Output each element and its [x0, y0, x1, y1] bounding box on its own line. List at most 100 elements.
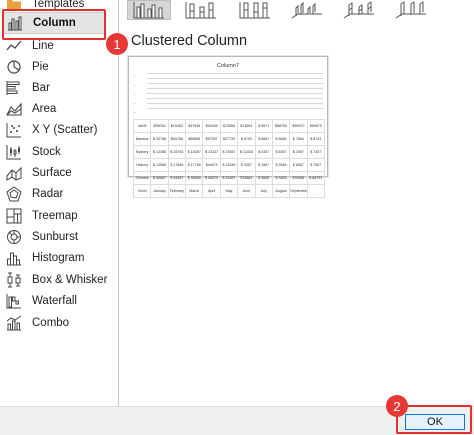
sidebar-item-surface[interactable]: Surface — [0, 162, 118, 183]
preview-table-cell: $39034 — [150, 119, 169, 133]
subtype-3d-100-stacked-column[interactable] — [389, 0, 433, 20]
preview-table-cell: $15363 — [167, 119, 187, 133]
preview-table-cell: $ 3483 — [271, 171, 291, 185]
treemap-chart-icon — [6, 208, 22, 224]
sidebar-item-label: Radar — [32, 187, 64, 200]
preview-table-cell: $ 0671 — [254, 119, 273, 133]
preview-table-cell: $ 56587 — [150, 171, 169, 185]
sidebar-item-area[interactable]: Area — [0, 98, 118, 119]
chart-preview-thumbnail[interactable]: Column7 — — — — — Jan'B $39034 $15363 $37936 $54… — [128, 56, 328, 198]
preview-row-header: Vivoh — [132, 184, 152, 198]
preview-table-cell: $54768 — [167, 132, 187, 146]
preview-table-cell: $ 17646 — [167, 158, 187, 172]
preview-table-cell: $ 56579 — [202, 171, 221, 185]
preview-table-cell: $58760 — [271, 119, 291, 133]
3d-clustered-column-icon — [291, 1, 322, 19]
sidebar-item-radar[interactable]: Radar — [0, 183, 118, 204]
step-badge-1: 1 — [106, 33, 128, 55]
preview-table-cell: $ 15357 — [185, 145, 204, 159]
preview-table-cell: $ 13358 — [150, 145, 169, 159]
preview-chart-title: Column7 — [216, 63, 239, 69]
preview-table-cell: $ 0357 — [237, 158, 256, 172]
radar-chart-icon — [6, 185, 22, 202]
subtype-100-stacked-column[interactable] — [233, 0, 277, 20]
3d-stacked-column-icon — [343, 1, 374, 19]
sidebar-item-pie[interactable]: Pie — [0, 56, 118, 77]
preview-table-cell: $ 13337 — [202, 145, 221, 159]
preview-table-cell: $37936 — [185, 119, 204, 133]
preview-table-cell: $ 54587 — [167, 171, 187, 185]
preview-table-cell: $ 1567 — [254, 158, 273, 172]
preview-row-header: Chrislan — [132, 171, 152, 185]
preview-table-cell: $76984 — [289, 171, 308, 185]
sidebar-item-sunburst[interactable]: Sunburst — [0, 226, 118, 247]
clustered-column-icon — [133, 2, 164, 19]
preview-table-cell: $44679 — [202, 158, 221, 172]
scatter-chart-icon — [6, 122, 22, 138]
chart-type-list: Templates Column Line Pie Bar Area X Y (… — [0, 0, 118, 406]
preview-table-cell: $ 3557 — [289, 145, 308, 159]
preview-table-cell: July — [254, 184, 273, 198]
sidebar-item-stock[interactable]: Stock — [0, 141, 118, 162]
preview-table-cell: $13663 — [237, 119, 256, 133]
sidebar-item-treemap[interactable]: Treemap — [0, 205, 118, 226]
preview-table-cell: $ 56580 — [185, 171, 204, 185]
preview-table-row: Chrislan $ 56587 $ 54587 $ 56580 $ 56579 $ 51… — [132, 171, 326, 185]
sidebar-item-label: Treemap — [32, 209, 78, 222]
preview-row-header: Jan'B — [132, 119, 152, 133]
preview-table-cell: $ 34788 — [150, 132, 169, 146]
preview-table-cell: $54269 — [202, 119, 221, 133]
preview-table-cell: January — [150, 184, 169, 198]
sidebar-item-label: Area — [32, 102, 57, 115]
preview-table-cell: $ 51587 — [219, 171, 239, 185]
preview-table-cell: $90675 — [306, 119, 326, 133]
preview-table-cell: June — [237, 184, 256, 198]
sidebar-item-scatter[interactable]: X Y (Scatter) — [0, 119, 118, 140]
sunburst-chart-icon — [6, 229, 22, 245]
preview-table-cell: May — [219, 184, 239, 198]
sidebar-item-label: Line — [32, 39, 54, 52]
preview-table-row: Banana $ 34788 $54768 $56898 $57087 $37739 $ 6… — [132, 132, 326, 146]
preview-table-cell: $37739 — [219, 132, 239, 146]
sidebar-item-label: Combo — [32, 316, 70, 329]
preview-table-cell: $ 6753 — [237, 132, 256, 146]
preview-table-cell: $ 6357 — [271, 145, 291, 159]
preview-gridlines — [147, 73, 323, 113]
subtype-clustered-column[interactable] — [127, 0, 171, 20]
preview-table-row: Jan'B $39034 $15363 $37936 $54269 $13565 $1366… — [132, 119, 326, 133]
stock-chart-icon — [6, 144, 22, 160]
preview-table-cell: April — [202, 184, 221, 198]
preview-data-table: Jan'B $39034 $15363 $37936 $54269 $13565 $1366… — [132, 119, 326, 198]
sidebar-item-box-whisker[interactable]: Box & Whisker — [0, 269, 118, 290]
subtype-3d-stacked-column[interactable] — [337, 0, 381, 20]
preview-table-cell: $ 5689 — [271, 132, 291, 146]
preview-table-cell: $ 15357 — [219, 145, 239, 159]
subtype-stacked-column[interactable] — [179, 0, 223, 20]
preview-table-cell: $ 6567 — [289, 158, 308, 172]
subtype-3d-clustered-column[interactable] — [285, 0, 329, 20]
histogram-chart-icon — [6, 250, 22, 266]
preview-table-cell: $ 7357 — [306, 145, 326, 159]
preview-table-cell: $ 7684 — [289, 132, 308, 146]
percent-stacked-column-icon — [239, 2, 270, 19]
sidebar-item-label: Surface — [32, 166, 72, 179]
area-chart-icon — [6, 101, 22, 117]
sidebar-item-histogram[interactable]: Histogram — [0, 247, 118, 268]
preview-table-cell: $57087 — [202, 132, 221, 146]
sidebar-item-bar[interactable]: Bar — [0, 77, 118, 98]
preview-row-header: Mystery — [132, 145, 152, 159]
sidebar-item-combo[interactable]: Combo — [0, 312, 118, 333]
sidebar-item-waterfall[interactable]: Waterfall — [0, 290, 118, 311]
sidebar-item-label: Box & Whisker — [32, 273, 108, 286]
preview-table-cell: $ 15346 — [219, 158, 239, 172]
chart-preview-pane: Clustered Column Column7 — — — — — Jan'B $390… — [119, 0, 474, 406]
sidebar-item-label: Stock — [32, 145, 61, 158]
preview-table-cell: $ 3546 — [271, 158, 291, 172]
preview-row-header: Banana — [132, 132, 152, 146]
sidebar-item-label: Bar — [32, 81, 50, 94]
preview-table-cell: September — [289, 184, 308, 198]
preview-table-cell: $ 17765 — [185, 158, 204, 172]
preview-table-cell: March — [185, 184, 204, 198]
preview-table-cell: $90970 — [289, 119, 308, 133]
bar-chart-icon — [6, 80, 22, 96]
